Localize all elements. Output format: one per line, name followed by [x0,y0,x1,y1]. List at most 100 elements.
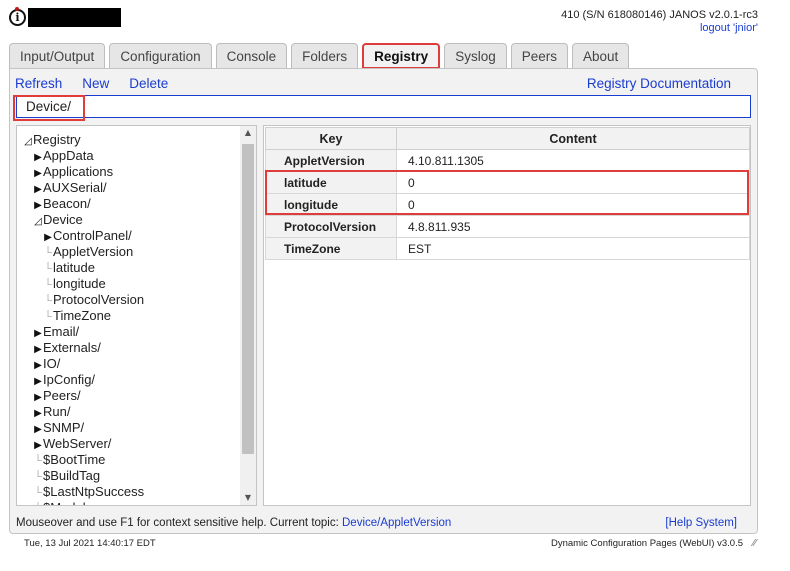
tree-leaf-connector: └ [34,471,42,483]
logo-status-dot [15,7,19,11]
registry-documentation-link[interactable]: Registry Documentation [587,76,731,91]
help-topic-link[interactable]: Device/AppletVersion [342,517,451,529]
registry-value-cell[interactable]: 4.10.811.1305 [396,149,750,172]
tree-item-label: AppletVersion [53,244,134,259]
tree-item-label: WebServer/ [43,436,112,451]
table-header-row: Key Content [265,127,750,150]
tab-peers[interactable]: Peers [510,43,569,69]
tree-leaf-connector: └ [44,295,52,307]
tree-leaf-connector: └ [44,247,52,259]
tree-item-label: Run/ [43,404,71,419]
tree-item[interactable]: ▶AUXSerial/ [17,180,241,196]
tree-item[interactable]: ▶Peers/ [17,388,241,404]
footer-version: Dynamic Configuration Pages (WebUI) v3.0… [550,538,743,549]
registry-key-cell[interactable]: ProtocolVersion [265,215,397,238]
tab-registry[interactable]: Registry [362,43,441,69]
tree-item[interactable]: ▶WebServer/ [17,436,241,452]
tree-leaf-connector: └ [44,279,52,291]
tree-item[interactable]: ▶ControlPanel/ [17,228,241,244]
table-row[interactable]: AppletVersion 4.10.811.1305 [265,149,750,172]
tree-item[interactable]: └$BuildTag [17,468,241,484]
delete-link[interactable]: Delete [129,76,168,91]
tree-leaf-connector: └ [34,487,42,499]
tree-item[interactable]: └TimeZone [17,308,241,324]
tree-item-label: Email/ [43,324,80,339]
logout-link[interactable]: logout 'jnior' [700,22,758,34]
tree-item-label: AUXSerial/ [43,180,107,195]
refresh-link[interactable]: Refresh [15,76,62,91]
tree-item[interactable]: └$LastNtpSuccess [17,484,241,500]
tree-item-label: Externals/ [43,340,101,355]
tree-item-label: Device [43,212,83,227]
tree-item[interactable]: └ProtocolVersion [17,292,241,308]
tree-item-label: longitude [53,276,106,291]
registry-toolbar: Refresh New Delete [15,76,168,91]
rows-highlight [265,170,749,215]
tree-leaf-connector: └ [34,455,42,467]
tree-item[interactable]: └latitude [17,260,241,276]
tree-scrollbar[interactable]: ▲ ▼ [240,126,256,505]
tree-item-label: IO/ [43,356,61,371]
table-row[interactable]: ProtocolVersion 4.8.811.935 [265,215,750,238]
main-tabs: Input/Output Configuration Console Folders R… [9,43,633,69]
tree-item-label: AppData [43,148,94,163]
tree-item-label: $BootTime [43,452,106,467]
redacted-hostname [28,8,121,27]
key-column-header: Key [265,127,397,150]
tab-syslog[interactable]: Syslog [444,43,507,69]
registry-value-cell[interactable]: 4.8.811.935 [396,215,750,238]
tab-configuration[interactable]: Configuration [109,43,212,69]
registry-key-cell[interactable]: TimeZone [265,237,397,260]
tree-item[interactable]: ▶Externals/ [17,340,241,356]
jnior-logo-icon: i [9,9,26,26]
tree-item-label: ProtocolVersion [53,292,145,307]
tab-about[interactable]: About [572,43,630,69]
tree-item-label: Beacon/ [43,196,91,211]
new-link[interactable]: New [82,76,109,91]
tree-item-label: $BuildTag [43,468,101,483]
help-system-link[interactable]: [Help System] [665,517,737,529]
scroll-thumb[interactable] [242,144,254,454]
tree-item[interactable]: ◿Device [17,212,241,228]
registry-key-cell[interactable]: AppletVersion [265,149,397,172]
device-info: 410 (S/N 618080146) JANOS v2.0.1-rc3 [561,9,758,21]
tree-item[interactable]: └longitude [17,276,241,292]
tree-item[interactable]: ▶Email/ [17,324,241,340]
tab-console[interactable]: Console [215,43,288,69]
footer-datetime: Tue, 13 Jul 2021 14:40:17 EDT [24,538,156,549]
tree-leaf-connector: └ [44,263,52,275]
tree-item[interactable]: └$Model [17,500,241,505]
tree-item[interactable]: ▶Beacon/ [17,196,241,212]
tree-item-label: latitude [53,260,95,275]
path-highlight [13,95,85,121]
tree-item-label: $LastNtpSuccess [43,484,145,499]
tab-folders[interactable]: Folders [291,43,359,69]
tree-item[interactable]: ▶Run/ [17,404,241,420]
registry-value-cell[interactable]: EST [396,237,750,260]
tree-leaf-connector: └ [44,311,52,323]
tree-item-label: SNMP/ [43,420,85,435]
help-bar: Mouseover and use F1 for context sensiti… [16,517,451,529]
resize-grip-icon[interactable]: ⁄⁄ [753,538,756,549]
path-input[interactable] [16,95,751,118]
tree-leaf-connector: └ [33,501,43,505]
content-column-header: Content [396,127,750,150]
scroll-up-icon[interactable]: ▲ [240,126,256,140]
tree-item[interactable]: ▶IO/ [17,356,241,372]
tree-item[interactable]: └AppletVersion [17,244,241,260]
tree-item[interactable]: ▶Applications [17,164,241,180]
registry-tree[interactable]: ◿Registry ▶AppData ▶Applications ▶AUXSerial… [16,125,257,506]
tree-item-label: $Model [43,500,86,505]
tree-item[interactable]: ▶SNMP/ [17,420,241,436]
tree-item[interactable]: └$BootTime [17,452,241,468]
tree-item[interactable]: ▶IpConfig/ [17,372,241,388]
tree-item-label: ControlPanel/ [53,228,132,243]
tree-item-label: Applications [43,164,114,179]
tab-input-output[interactable]: Input/Output [9,43,106,69]
tree-root[interactable]: ◿Registry [17,132,241,148]
tree-item[interactable]: ▶AppData [17,148,241,164]
tree-item-label: TimeZone [53,308,112,323]
table-row[interactable]: TimeZone EST [265,237,750,260]
tree-item-label: Peers/ [43,388,81,403]
scroll-down-icon[interactable]: ▼ [240,491,256,505]
